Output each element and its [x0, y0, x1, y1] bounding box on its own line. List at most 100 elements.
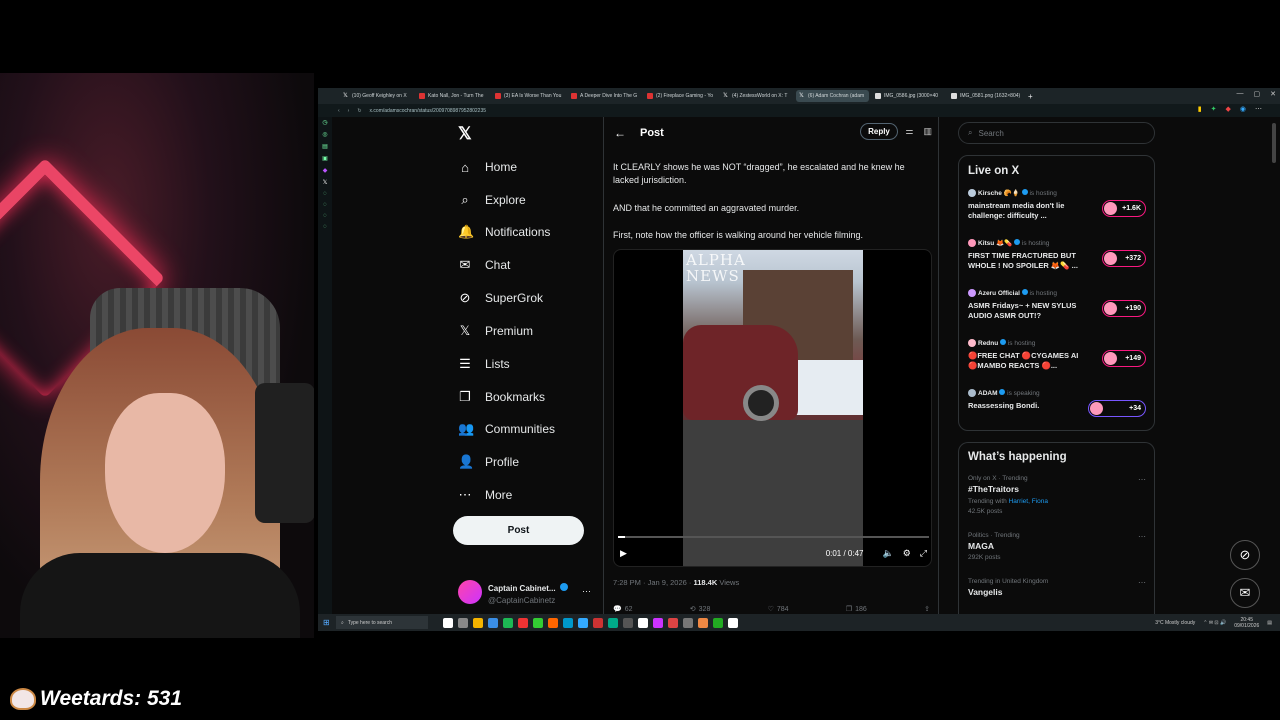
post-button[interactable]: Post — [453, 516, 584, 545]
sidebar-icon[interactable]: ◌ — [323, 191, 327, 197]
new-tab-button[interactable]: + — [1028, 92, 1033, 101]
live-item[interactable]: Rednu is hosting 🔴FREE CHAT 🔴CYGAMES AI 🔴… — [968, 339, 1146, 371]
sidebar-icon[interactable]: ◎ — [322, 131, 327, 138]
taskbar-app-icon[interactable] — [623, 617, 633, 628]
nav-item-home[interactable]: ⌂ Home — [458, 155, 517, 179]
taskbar-app-icon[interactable] — [443, 617, 453, 628]
filter-icon[interactable]: ⚌ — [905, 126, 913, 137]
video-progress[interactable] — [618, 536, 929, 538]
nav-item-profile[interactable]: 👤 Profile — [458, 450, 519, 474]
nav-item-more[interactable]: ⋯ More — [458, 483, 513, 507]
reply-button[interactable]: 💬 62 — [613, 605, 633, 613]
browser-tab[interactable]: A Deeper Dive Into The G — [568, 90, 641, 102]
taskbar-app-icon[interactable] — [503, 617, 513, 628]
grok-button[interactable]: ⊘ — [1230, 540, 1260, 570]
nav-item-bookmarks[interactable]: ❐ Bookmarks — [458, 385, 545, 409]
scrollbar[interactable] — [1272, 123, 1276, 163]
sidebar-icon[interactable]: ▣ — [322, 155, 328, 162]
more-icon[interactable]: ⋯ — [1138, 475, 1146, 484]
play-icon[interactable]: ▶ — [620, 548, 627, 559]
reader-icon[interactable]: ▥ — [923, 126, 932, 137]
live-item[interactable]: Kirsche 🥐🍦 is hosting mainstream media do… — [968, 189, 1146, 221]
sidebar-icon[interactable]: ◌ — [323, 202, 327, 208]
taskbar-app-icon[interactable] — [698, 617, 708, 628]
back-icon[interactable]: ‹ — [338, 108, 340, 114]
taskbar-app-icon[interactable] — [533, 617, 543, 628]
listener-pill[interactable]: +34 — [1088, 400, 1146, 417]
weather[interactable]: 3°C Mostly cloudy — [1155, 620, 1195, 626]
taskbar-app-icon[interactable] — [458, 617, 468, 628]
back-arrow-icon[interactable]: ← — [614, 126, 640, 140]
trend-related-links[interactable]: Harriet, Fiona — [1009, 498, 1048, 505]
live-item[interactable]: Kitsu 🦊💊 is hosting FIRST TIME FRACTURED … — [968, 239, 1146, 271]
taskbar-app-icon[interactable] — [518, 617, 528, 628]
taskbar-app-icon[interactable] — [563, 617, 573, 628]
menu-icon[interactable]: ⋯ — [1255, 105, 1262, 113]
url-text[interactable]: x.com/adamscochran/status/20097089879528… — [370, 108, 486, 114]
tray-icons[interactable]: ⌃ ✉ ⊡ 🔊 — [1203, 620, 1226, 626]
taskbar-app-icon[interactable] — [668, 617, 678, 628]
nav-item-supergrok[interactable]: ⊘ SuperGrok — [458, 286, 543, 310]
settings-icon[interactable]: ⚙ — [903, 548, 911, 559]
taskbar-search[interactable]: ⌕ Type here to search — [336, 616, 428, 629]
taskbar-app-icon[interactable] — [638, 617, 648, 628]
taskbar-app-icon[interactable] — [578, 617, 588, 628]
more-icon[interactable]: ⋯ — [1138, 578, 1146, 587]
reload-icon[interactable]: ↻ — [357, 108, 361, 114]
account-switcher[interactable]: Captain Cabinet... @CaptainCabinetz ⋯ — [458, 578, 591, 605]
like-button[interactable]: ♡ 784 — [768, 605, 789, 613]
taskbar-app-icon[interactable] — [488, 617, 498, 628]
messages-button[interactable]: ✉ — [1230, 578, 1260, 608]
taskbar-app-icon[interactable] — [728, 617, 738, 628]
sidebar-icon[interactable]: ◆ — [323, 167, 328, 174]
post-timestamp[interactable]: 7:28 PM · Jan 9, 2026 · — [613, 578, 693, 587]
taskbar-app-icon[interactable] — [653, 617, 663, 628]
sidebar-icon[interactable]: ◌ — [323, 224, 327, 230]
extension-icon[interactable]: ✦ — [1211, 105, 1217, 113]
sidebar-icon[interactable]: ▤ — [322, 143, 328, 150]
nav-item-communities[interactable]: 👥 Communities — [458, 417, 555, 441]
windows-icon[interactable]: ⊞ — [323, 618, 330, 627]
listener-pill[interactable]: +149 — [1102, 350, 1146, 367]
nav-item-notifications[interactable]: 🔔 Notifications — [458, 220, 550, 244]
sidebar-icon[interactable]: ◌ — [323, 213, 327, 219]
trend-item[interactable]: Trending in United Kingdom Vangelis ⋯ — [968, 578, 1146, 597]
taskbar-app-icon[interactable] — [713, 617, 723, 628]
browser-tab[interactable]: IMG_0581.png (1632×804) — [948, 90, 1021, 102]
browser-tab[interactable]: 𝕏 (10) Geoff Keighley on X — [340, 90, 413, 102]
share-button[interactable]: ⇪ — [924, 605, 933, 613]
taskbar-app-icon[interactable] — [548, 617, 558, 628]
browser-tab[interactable]: (3) EA Is Worse Than You — [492, 90, 565, 102]
more-icon[interactable]: ⋯ — [582, 586, 591, 597]
live-item[interactable]: ADAM is speaking Reassessing Bondi. +34 — [968, 389, 1146, 417]
taskbar-app-icon[interactable] — [683, 617, 693, 628]
close-icon[interactable]: ✕ — [1270, 90, 1276, 98]
listener-pill[interactable]: +1.6K — [1102, 200, 1146, 217]
trend-item[interactable]: Politics · Trending MAGA 292K posts ⋯ — [968, 532, 1146, 561]
fullscreen-icon[interactable]: ⤢ — [920, 548, 927, 559]
live-item[interactable]: Azeru Official is hosting ASMR Fridays~ +… — [968, 289, 1146, 321]
sidebar-icon[interactable]: 𝕏 — [323, 179, 328, 186]
listener-pill[interactable]: +190 — [1102, 300, 1146, 317]
browser-tab[interactable]: 𝕏 (6) Adam Cochran (adam — [796, 90, 869, 102]
forward-icon[interactable]: › — [348, 108, 350, 114]
repost-button[interactable]: ⟲ 328 — [690, 605, 711, 613]
volume-icon[interactable]: 🔈 — [883, 548, 894, 559]
browser-tab[interactable]: IMG_0586.jpg (3000×40 — [872, 90, 945, 102]
bookmark-button[interactable]: ❐ 186 — [846, 605, 867, 613]
clock[interactable]: 20:45 09/01/2026 — [1234, 617, 1259, 629]
nav-item-lists[interactable]: ☰ Lists — [458, 352, 510, 376]
taskbar-app-icon[interactable] — [593, 617, 603, 628]
reply-button[interactable]: Reply — [860, 123, 898, 140]
taskbar-app-icon[interactable] — [473, 617, 483, 628]
listener-pill[interactable]: +372 — [1102, 250, 1146, 267]
taskbar-app-icon[interactable] — [608, 617, 618, 628]
video-player[interactable]: ALPHA NEWS ▶ 0:01 / 0:47 🔈 ⚙ ⤢ — [613, 249, 932, 567]
nav-item-explore[interactable]: ⌕ Explore — [458, 188, 525, 212]
browser-tab[interactable]: Kato Nall, Jon - Turn The — [416, 90, 489, 102]
maximize-icon[interactable]: ▢ — [1254, 90, 1261, 98]
extension-icon[interactable]: ◆ — [1226, 105, 1231, 113]
notifications-icon[interactable]: ▤ — [1267, 620, 1272, 626]
minimize-icon[interactable]: — — [1237, 90, 1244, 98]
browser-tab[interactable]: (2) Fireplace Gaming - Yo — [644, 90, 717, 102]
